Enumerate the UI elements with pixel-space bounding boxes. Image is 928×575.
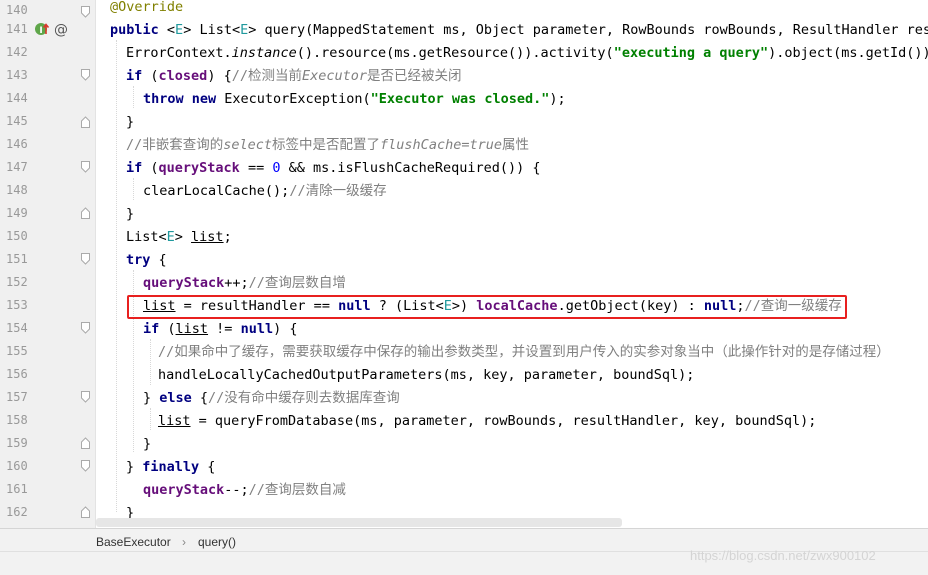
line-number: 161 — [6, 482, 28, 496]
line-number: 159 — [6, 436, 28, 450]
fold-marker-icon[interactable] — [81, 116, 90, 128]
line-number: 140 — [6, 3, 28, 17]
code-line: if (closed) {//检测当前Executor是否已经被关闭 — [126, 68, 462, 84]
code-line: queryStack--;//查询层数自减 — [143, 482, 346, 498]
code-line: handleLocallyCachedOutputParameters(ms, … — [158, 367, 695, 383]
code-line: list = queryFromDatabase(ms, parameter, … — [158, 413, 817, 429]
watermark: https://blog.csdn.net/zwx900102 — [690, 548, 876, 563]
line-number: 143 — [6, 68, 28, 82]
code-line: } — [126, 114, 135, 130]
fold-marker-icon[interactable] — [81, 6, 90, 18]
code-line: //如果命中了缓存，需要获取缓存中保存的输出参数类型，并设置到用户传入的实参对象… — [158, 344, 890, 360]
code-line: //非嵌套查询的select标签中是否配置了flushCache=true属性 — [126, 137, 529, 153]
line-number: 158 — [6, 413, 28, 427]
breadcrumb-separator: › — [182, 535, 186, 549]
line-number: 144 — [6, 91, 28, 105]
line-number: 142 — [6, 45, 28, 59]
code-line: throw new ExecutorException("Executor wa… — [143, 91, 566, 107]
line-number: 148 — [6, 183, 28, 197]
line-number: 155 — [6, 344, 28, 358]
fold-marker-icon[interactable] — [81, 69, 90, 81]
code-line: } else {//没有命中缓存则去数据库查询 — [143, 390, 400, 406]
override-annotation-icon[interactable]: @ — [53, 21, 69, 37]
code-area[interactable]: @Override public <E> List<E> query(Mappe… — [96, 0, 928, 528]
code-line: } — [126, 206, 135, 222]
fold-marker-icon[interactable] — [81, 437, 90, 449]
fold-marker-icon[interactable] — [81, 391, 90, 403]
line-number: 151 — [6, 252, 28, 266]
code-line: } finally { — [126, 459, 216, 475]
fold-marker-icon[interactable] — [81, 322, 90, 334]
code-line: @Override — [110, 0, 184, 15]
fold-marker-icon[interactable] — [81, 460, 90, 472]
code-line: ErrorContext.instance().resource(ms.getR… — [126, 45, 928, 61]
breadcrumb-class[interactable]: BaseExecutor — [96, 535, 171, 549]
fold-marker-icon[interactable] — [81, 253, 90, 265]
line-number: 152 — [6, 275, 28, 289]
code-editor[interactable]: 140 141 I @ 142 143 144 145 146 147 148 … — [0, 0, 928, 528]
breadcrumb-method[interactable]: query() — [198, 535, 236, 549]
code-line: public <E> List<E> query(MappedStatement… — [110, 22, 928, 38]
code-line: queryStack++;//查询层数自增 — [143, 275, 346, 291]
line-number: 150 — [6, 229, 28, 243]
line-number: 156 — [6, 367, 28, 381]
implements-method-icon[interactable]: I — [34, 21, 50, 37]
code-line: if (queryStack == 0 && ms.isFlushCacheRe… — [126, 160, 541, 176]
line-number: 160 — [6, 459, 28, 473]
fold-marker-icon[interactable] — [81, 207, 90, 219]
highlight-annotation-box — [127, 295, 847, 319]
line-number: 147 — [6, 160, 28, 174]
line-number: 146 — [6, 137, 28, 151]
code-line: clearLocalCache();//清除一级缓存 — [143, 183, 387, 199]
line-number: 154 — [6, 321, 28, 335]
svg-text:@: @ — [54, 22, 68, 37]
line-number: 162 — [6, 505, 28, 519]
code-line: } — [143, 436, 152, 452]
code-line: if (list != null) { — [143, 321, 298, 337]
line-number: 149 — [6, 206, 28, 220]
horizontal-scrollbar[interactable] — [96, 518, 622, 527]
svg-text:I: I — [39, 26, 42, 36]
fold-marker-icon[interactable] — [81, 161, 90, 173]
fold-marker-icon[interactable] — [81, 506, 90, 518]
editor-gutter[interactable]: 140 141 I @ 142 143 144 145 146 147 148 … — [0, 0, 96, 528]
line-number: 141 — [6, 22, 28, 36]
code-line: List<E> list; — [126, 229, 232, 245]
code-line: try { — [126, 252, 167, 268]
line-number: 145 — [6, 114, 28, 128]
line-number: 157 — [6, 390, 28, 404]
line-number: 153 — [6, 298, 28, 312]
